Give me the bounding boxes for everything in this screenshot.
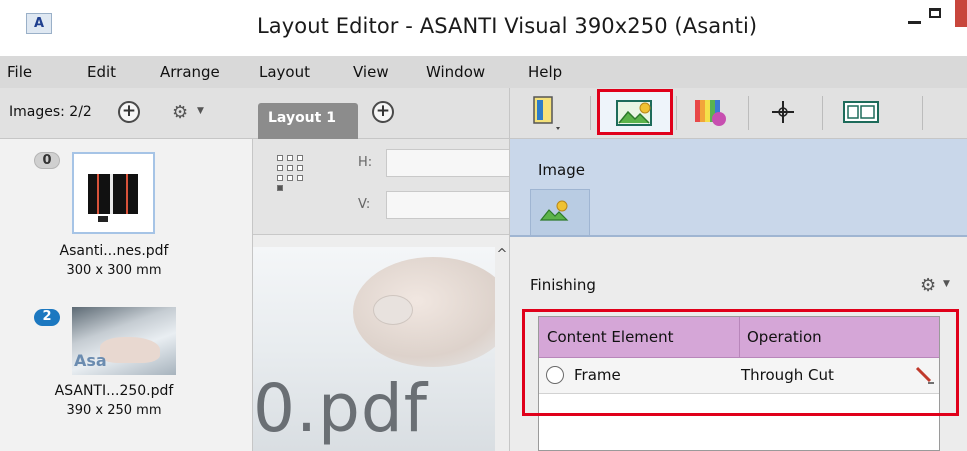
menu-arrange[interactable]: Arrange [160,63,220,81]
image-icon [616,100,652,126]
vertical-scrollbar[interactable] [495,269,509,451]
table-row[interactable]: Frame Through Cut [539,358,939,394]
thumbnail-word-art: Asa [74,351,107,370]
h-label: H: [358,155,373,170]
edit-pen-icon[interactable] [913,364,935,386]
image-panel-title: Image [538,161,585,179]
image-properties-panel: Image [509,139,967,237]
crosshair-tool-button[interactable] [760,92,810,132]
images-toolbar: Images: 2/2 + ⚙ ▼ [0,88,253,139]
frame-tool-button[interactable] [836,92,892,132]
maximize-icon [929,8,941,18]
h-input[interactable] [386,149,516,177]
add-layout-button[interactable]: + [372,101,394,123]
images-count-label: Images: 2/2 [9,104,92,120]
document-icon [533,96,560,130]
tab-layout-1[interactable]: Layout 1 [258,103,358,139]
image-file-size: 390 x 250 mm [66,403,162,418]
finishing-settings-gear-icon[interactable]: ⚙ [920,275,936,296]
app-logo-icon: A [26,13,52,34]
menu-bar: File Edit Arrange Layout View Window Hel… [0,56,967,88]
thumbnail-art [88,174,138,214]
image-file-name: Asanti...nes.pdf [59,243,169,259]
image-file-size: 300 x 300 mm [66,263,162,278]
chevron-down-icon[interactable]: ▼ [197,106,204,116]
scroll-up-arrow-icon[interactable]: ^ [495,247,509,269]
thumbnail-hand-art [100,337,160,363]
menu-help[interactable]: Help [528,63,562,81]
menu-layout[interactable]: Layout [259,63,310,81]
row-radio-button[interactable] [546,366,564,384]
canvas-page: 0.pdf [253,247,495,451]
finishing-table: Content Element Operation Frame Through … [538,316,940,451]
layout-canvas[interactable]: 0.pdf ^ [253,235,509,451]
properties-toolbar [509,88,967,139]
minimize-icon [908,21,921,24]
image-tool-button[interactable] [597,89,673,135]
finishing-title: Finishing [530,276,596,294]
maximize-button[interactable] [926,4,946,28]
cell-content-element: Frame [574,366,621,384]
title-bar: A Layout Editor - ASANTI Visual 390x250 … [0,0,967,56]
layout-tab-strip: Layout 1 + [253,88,509,139]
close-button[interactable] [955,0,967,27]
menu-window[interactable]: Window [426,63,485,81]
column-operation[interactable]: Operation [747,328,822,346]
images-settings-gear-icon[interactable]: ⚙ [172,102,188,123]
image-file-name: ASANTI...250.pdf [54,383,174,399]
column-content-element[interactable]: Content Element [547,328,674,346]
image-properties-tab[interactable] [530,189,590,237]
crosshair-icon [772,101,794,123]
images-list: 0 Asanti...nes.pdf 300 x 300 mm 2 Asa AS… [0,139,253,451]
window-title: Layout Editor - ASANTI Visual 390x250 (A… [257,14,758,38]
cell-operation: Through Cut [741,366,834,384]
position-panel: H: V: [253,139,516,235]
canvas-image-detail [373,295,413,325]
color-tool-button[interactable] [686,92,736,132]
minimize-button[interactable] [905,8,925,34]
image-badge: 2 [34,309,60,326]
chevron-down-icon[interactable]: ▼ [943,279,950,289]
image-thumbnail-selected[interactable] [72,152,155,234]
anchor-point-icon[interactable] [277,155,305,193]
image-badge: 0 [34,152,60,169]
document-tool-button[interactable] [526,92,576,132]
menu-view[interactable]: View [353,63,389,81]
color-swatch-icon [695,100,726,126]
menu-edit[interactable]: Edit [87,63,116,81]
frame-icon [843,101,879,123]
finishing-table-header: Content Element Operation [539,317,939,358]
menu-file[interactable]: File [7,63,32,81]
v-input[interactable] [386,191,516,219]
column-divider [739,317,740,358]
image-thumbnail[interactable]: Asa [72,307,176,375]
image-mountain-icon [539,200,569,221]
finishing-section: Finishing ⚙ ▼ Content Element Operation … [509,237,967,451]
add-image-button[interactable]: + [118,101,140,123]
thumbnail-art-detail [98,216,108,222]
canvas-text: 0.pdf [253,370,428,447]
v-label: V: [358,197,371,212]
